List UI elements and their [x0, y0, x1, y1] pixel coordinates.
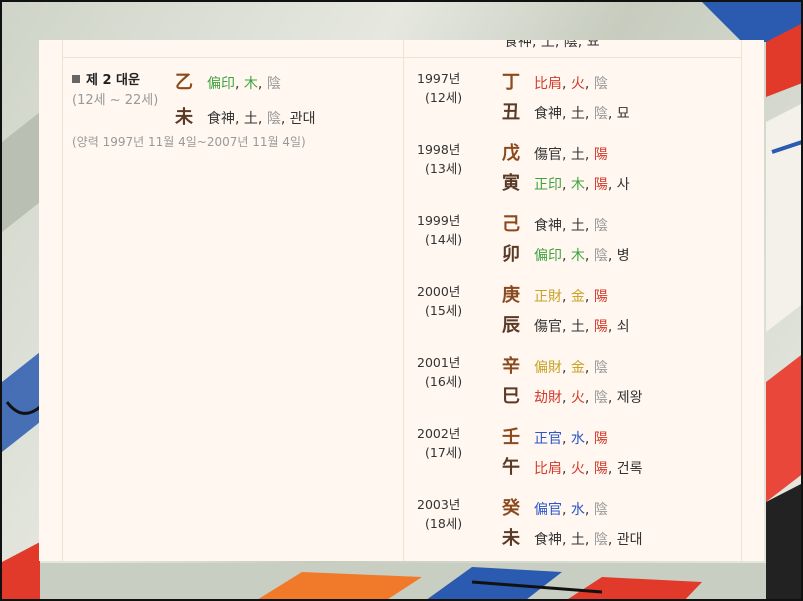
year-stem-row: 戊傷官, 土, 陽 — [502, 143, 608, 164]
year-stem-row: 癸偏官, 水, 陰 — [502, 498, 608, 519]
year-label: 2000년 (15세) — [417, 284, 463, 318]
daeun-stem-char: 乙 — [175, 72, 193, 93]
year-stem-row: 丁比肩, 火, 陰 — [502, 72, 608, 93]
cut-off-row: 食神, 土, 陰, 묘 — [504, 40, 600, 50]
year-stem-row: 壬正官, 水, 陽 — [502, 427, 608, 448]
daeun-title: 제 2 대운 — [72, 69, 140, 88]
fortune-table-panel: 食神, 土, 陰, 묘 제 2 대운 (12세 ~ 22세) (양력 1997년… — [39, 40, 764, 561]
year-label: 2001년 (16세) — [417, 355, 463, 389]
year-label: 1998년 (13세) — [417, 142, 463, 176]
year-label: 1997년 (12세) — [417, 71, 463, 105]
year-branch-row: 卯偏印, 木, 陰, 병 — [502, 244, 630, 265]
daeun-stem-row: 乙偏印, 木, 陰 — [175, 68, 281, 94]
year-label: 2003년 (18세) — [417, 497, 463, 531]
year-stem-row: 己食神, 土, 陰 — [502, 214, 608, 235]
daeun-branch-row: 未食神, 土, 陰, 관대 — [175, 103, 315, 129]
daeun-branch-char: 未 — [175, 107, 193, 128]
year-branch-row: 辰傷官, 土, 陽, 쇠 — [502, 315, 630, 336]
daeun-solar-dates: (양력 1997년 11월 4일~2007년 11월 4일) — [72, 135, 306, 149]
row-divider — [62, 57, 741, 58]
year-label: 2002년 (17세) — [417, 426, 463, 460]
square-bullet-icon — [72, 75, 80, 83]
year-branch-row: 巳劫財, 火, 陰, 제왕 — [502, 386, 643, 407]
year-branch-row: 寅正印, 木, 陽, 사 — [502, 173, 630, 194]
year-label: 1999년 (14세) — [417, 213, 463, 247]
year-stem-row: 辛偏財, 金, 陰 — [502, 356, 608, 377]
year-branch-row: 午比肩, 火, 陽, 건록 — [502, 457, 643, 478]
daeun-age-range: (12세 ~ 22세) — [72, 93, 159, 108]
year-branch-row: 未食神, 土, 陰, 관대 — [502, 528, 643, 549]
year-stem-row: 庚正財, 金, 陽 — [502, 285, 608, 306]
year-branch-row: 丑食神, 土, 陰, 묘 — [502, 102, 630, 123]
